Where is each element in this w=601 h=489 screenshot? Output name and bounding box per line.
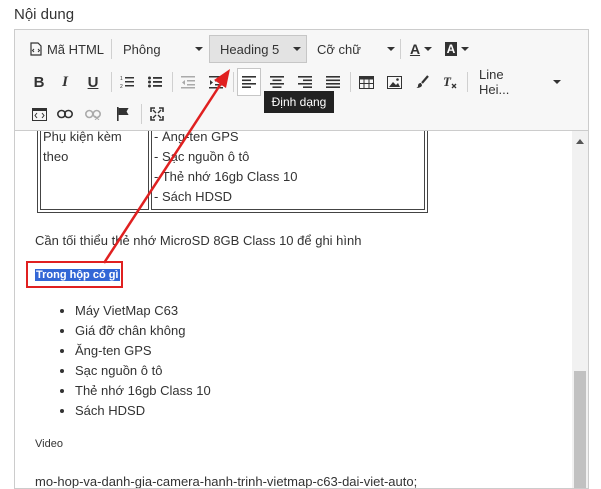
toolbar-separator — [233, 72, 234, 92]
table-cell: Phụ kiện kèm theo — [40, 131, 149, 210]
html-source-button[interactable]: Mã HTML — [27, 35, 107, 63]
chevron-down-icon — [293, 47, 302, 51]
align-justify-icon — [326, 76, 340, 88]
brush-icon — [415, 75, 429, 89]
html-source-label: Mã HTML — [46, 41, 105, 57]
font-family-dropdown[interactable]: Phông — [117, 35, 207, 63]
tooltip: Định dạng — [264, 91, 334, 113]
underline-icon: U — [87, 73, 99, 91]
background-color-button[interactable]: A — [441, 35, 473, 63]
indent-icon — [209, 75, 223, 89]
editor-toolbar: Mã HTML Phông Heading 5 Cỡ chữ A A B I U… — [15, 30, 588, 131]
ordered-list-icon: 12 — [120, 75, 134, 89]
toolbar-separator — [111, 39, 112, 59]
code-window-icon — [31, 107, 47, 121]
toolbar-separator — [400, 39, 401, 59]
list-item: Máy VietMap C63 — [75, 301, 211, 321]
editor-content[interactable]: Phụ kiện kèm theo - Ăng-ten GPS - Sạc ng… — [15, 131, 572, 488]
chevron-down-icon — [424, 47, 433, 51]
image-icon — [386, 75, 402, 89]
unlink-icon — [85, 108, 101, 120]
clear-format-button[interactable]: T — [438, 68, 462, 96]
underline-button[interactable]: U — [81, 68, 105, 96]
toolbar-separator — [141, 104, 142, 124]
flag-icon — [117, 107, 129, 121]
bullet-list-icon — [148, 75, 162, 89]
code-file-icon — [30, 42, 42, 56]
font-size-dropdown[interactable]: Cỡ chữ — [311, 35, 397, 63]
rich-text-editor: Mã HTML Phông Heading 5 Cỡ chữ A A B I U… — [14, 29, 589, 489]
table-cell-line: - Thẻ nhớ 16gb Class 10 — [154, 169, 298, 184]
table-row: Phụ kiện kèm theo - Ăng-ten GPS - Sạc ng… — [40, 131, 425, 210]
font-color-button[interactable]: A — [405, 35, 437, 63]
toolbar-separator — [467, 72, 468, 92]
fullscreen-button[interactable] — [145, 100, 169, 128]
note-paragraph: Cần tối thiểu thẻ nhớ MicroSD 8GB Class … — [35, 233, 362, 248]
field-label: Nội dung — [14, 6, 75, 23]
annotation-box — [26, 261, 123, 288]
align-center-icon — [270, 76, 284, 88]
svg-text:1: 1 — [120, 76, 123, 82]
contents-list: Máy VietMap C63 Giá đỡ chân không Ăng-te… — [55, 301, 211, 421]
anchor-button[interactable] — [111, 100, 135, 128]
insert-link-button[interactable] — [53, 100, 77, 128]
table-icon — [358, 75, 374, 89]
table-cell: - Ăng-ten GPS - Sạc nguồn ô tô - Thẻ nhớ… — [151, 131, 425, 210]
toolbar-separator — [172, 72, 173, 92]
align-left-button[interactable] — [237, 68, 261, 96]
svg-text:2: 2 — [120, 84, 123, 89]
align-left-icon — [242, 76, 256, 88]
remove-link-button[interactable] — [81, 100, 105, 128]
svg-text:T: T — [443, 75, 452, 89]
line-height-dropdown[interactable]: Line Hei... — [471, 67, 561, 97]
spec-table: Phụ kiện kèm theo - Ăng-ten GPS - Sạc ng… — [37, 131, 428, 213]
scroll-up-arrow-icon[interactable] — [576, 139, 584, 144]
indent-button[interactable] — [204, 68, 228, 96]
heading-format-dropdown[interactable]: Heading 5 — [209, 35, 307, 63]
fullscreen-icon — [150, 107, 164, 121]
bullet-list-button[interactable] — [143, 68, 167, 96]
bold-button[interactable]: B — [27, 68, 51, 96]
toolbar-separator — [350, 72, 351, 92]
chevron-down-icon — [553, 80, 561, 84]
insert-table-button[interactable] — [354, 68, 378, 96]
list-item: Giá đỡ chân không — [75, 321, 211, 341]
heading-format-label: Heading 5 — [220, 41, 280, 57]
line-height-label: Line Hei... — [479, 67, 510, 97]
italic-button[interactable]: I — [53, 68, 77, 96]
align-right-icon — [298, 76, 312, 88]
font-family-label: Phông — [123, 41, 161, 57]
font-size-label: Cỡ chữ — [317, 41, 361, 57]
clear-format-icon: T — [443, 75, 458, 89]
video-label: Video — [35, 438, 63, 450]
table-cell-line: - Ăng-ten GPS — [154, 131, 239, 144]
video-slug: mo-hop-va-danh-gia-camera-hanh-trinh-vie… — [35, 474, 418, 488]
list-item: Ăng-ten GPS — [75, 341, 211, 361]
format-painter-button[interactable] — [410, 68, 434, 96]
insert-image-button[interactable] — [382, 68, 406, 96]
table-cell-line: - Sạc nguồn ô tô — [154, 149, 250, 164]
list-item: Sách HDSD — [75, 401, 211, 421]
source-code-button[interactable] — [27, 100, 51, 128]
outdent-icon — [181, 75, 195, 89]
table-cell-line: - Sách HDSD — [154, 189, 233, 204]
chevron-down-icon — [386, 47, 395, 51]
chevron-down-icon — [461, 47, 470, 51]
background-color-icon: A — [444, 42, 458, 56]
italic-icon: I — [62, 73, 68, 90]
ordered-list-button[interactable]: 12 — [115, 68, 139, 96]
list-item: Sạc nguồn ô tô — [75, 361, 211, 381]
chevron-down-icon — [194, 47, 203, 51]
bold-icon: B — [33, 73, 45, 91]
vertical-scrollbar[interactable] — [572, 131, 588, 488]
font-color-icon: A — [409, 41, 421, 57]
outdent-button[interactable] — [176, 68, 200, 96]
list-item: Thẻ nhớ 16gb Class 10 — [75, 381, 211, 401]
toolbar-separator — [111, 72, 112, 92]
link-icon — [57, 109, 73, 119]
scrollbar-thumb[interactable] — [574, 371, 586, 488]
